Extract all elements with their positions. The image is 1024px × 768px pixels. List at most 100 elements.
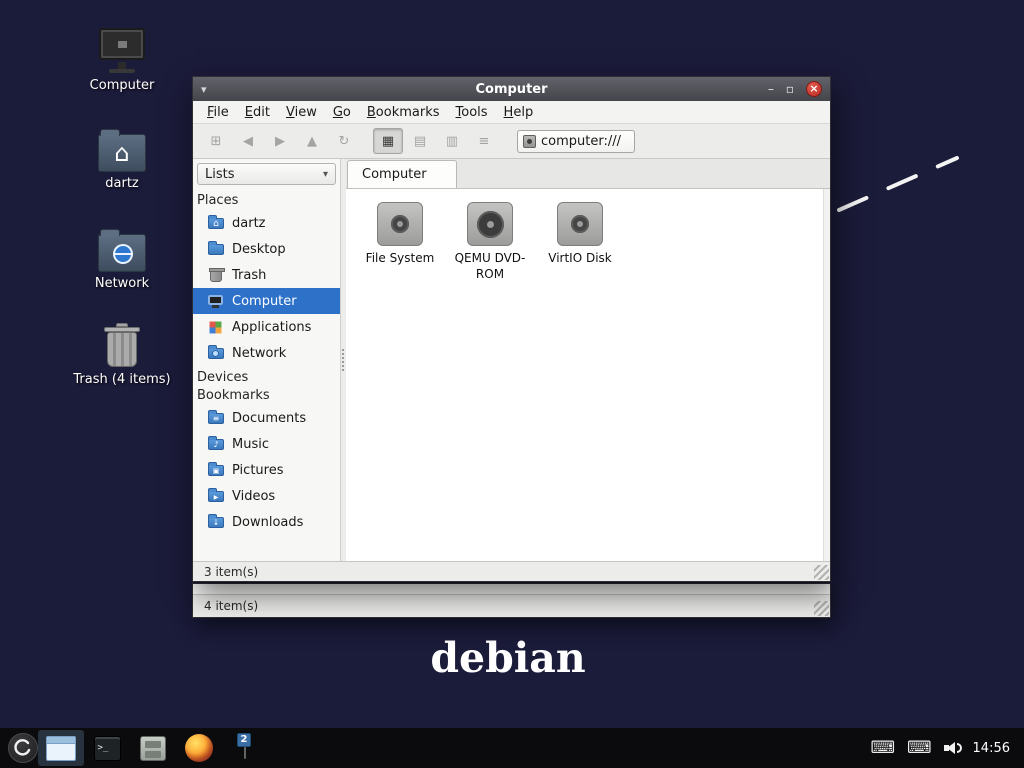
up-icon[interactable]: ▲ xyxy=(297,128,327,154)
bookmarks-header: Bookmarks xyxy=(197,388,270,403)
taskbar-terminal-launcher[interactable] xyxy=(84,730,130,766)
sidebar-item-label: Applications xyxy=(232,319,312,335)
menu-help[interactable]: Help xyxy=(496,103,542,122)
taskbar-firefox-launcher[interactable] xyxy=(176,730,222,766)
wallpaper-dashed-line xyxy=(837,156,959,212)
documents-folder-icon xyxy=(208,410,224,426)
menu-edit[interactable]: Edit xyxy=(237,103,278,122)
desktop: Computer ⌂ dartz Network Trash (4 items)… xyxy=(0,0,1024,768)
app-menu-swirl-icon xyxy=(14,739,31,756)
background-window[interactable]: 4 item(s) xyxy=(192,583,831,618)
location-drive-icon xyxy=(523,134,536,148)
taskbar: 2 ⌨ ⌨ 14:56 xyxy=(0,728,1024,768)
taskbar-window-computer[interactable] xyxy=(38,730,84,766)
menu-bookmarks[interactable]: Bookmarks xyxy=(359,103,448,122)
sidebar-item-desktop[interactable]: Desktop xyxy=(193,236,340,262)
sidebar-item-label: Videos xyxy=(232,488,276,504)
tab-computer[interactable]: Computer xyxy=(347,160,457,188)
sidebar-item-applications[interactable]: Applications xyxy=(193,314,340,340)
vertical-scrollbar[interactable] xyxy=(823,189,830,561)
file-icon-view[interactable]: File System QEMU DVD-ROM VirtIO Disk xyxy=(346,189,830,561)
path-text: computer:/// xyxy=(541,133,621,149)
toolbar: ⊞ ◀ ▶ ▲ ↻ ▦ ▤ ▥ ≡ computer:/// xyxy=(193,124,830,159)
reload-icon[interactable]: ↻ xyxy=(329,128,359,154)
sidebar-item-trash[interactable]: Trash xyxy=(193,262,340,288)
keyboard-tray-icon[interactable]: ⌨ xyxy=(870,739,895,757)
sidebar-item-label: dartz xyxy=(232,215,266,231)
network-icon xyxy=(208,345,224,361)
window-title: Computer xyxy=(475,81,548,97)
devices-header: Devices xyxy=(197,370,249,385)
path-bar[interactable]: computer:/// xyxy=(517,129,635,153)
desktop-icon-trash[interactable]: Trash (4 items) xyxy=(67,318,177,388)
file-item-qemu-dvd-rom[interactable]: QEMU DVD-ROM xyxy=(446,202,534,282)
compact-view-toggle[interactable]: ▥ xyxy=(437,128,467,154)
sidebar-item-music[interactable]: Music xyxy=(193,431,340,457)
firefox-icon xyxy=(185,734,213,762)
network-folder-icon xyxy=(98,229,146,272)
taskbar-file-manager-launcher[interactable] xyxy=(130,730,176,766)
taskbar-file-manager-group[interactable]: 2 xyxy=(222,730,268,766)
titlebar[interactable]: ▾ Computer – ▫ × xyxy=(193,77,830,101)
sidebar-item-videos[interactable]: Videos xyxy=(193,483,340,509)
desktop-icon-label: Trash (4 items) xyxy=(73,372,171,387)
file-manager-icon xyxy=(140,735,166,761)
menu-view[interactable]: View xyxy=(278,103,325,122)
desktop-icon-dartz[interactable]: ⌂ dartz xyxy=(67,122,177,192)
sidebar-item-label: Pictures xyxy=(232,462,284,478)
optical-drive-icon xyxy=(467,202,513,246)
sidebar-item-label: Documents xyxy=(232,410,307,426)
sidebar-item-downloads[interactable]: Downloads xyxy=(193,509,340,535)
detailed-view-toggle[interactable]: ≡ xyxy=(469,128,499,154)
system-tray: ⌨ ⌨ 14:56 xyxy=(870,739,1016,757)
forward-icon[interactable]: ▶ xyxy=(265,128,295,154)
chevron-down-icon: ▾ xyxy=(322,168,328,180)
new-tab-icon[interactable]: ⊞ xyxy=(201,128,231,154)
sidebar-item-pictures[interactable]: Pictures xyxy=(193,457,340,483)
side-pane-mode-select[interactable]: Lists ▾ xyxy=(197,163,336,185)
desktop-icon-network[interactable]: Network xyxy=(67,222,177,292)
applications-icon xyxy=(208,319,224,335)
sidebar-item-label: Music xyxy=(232,436,269,452)
sidebar-item-computer[interactable]: Computer xyxy=(193,288,340,314)
close-icon[interactable]: × xyxy=(806,81,822,97)
window-count-badge: 2 xyxy=(237,732,251,747)
thumbnail-view-toggle[interactable]: ▤ xyxy=(405,128,435,154)
file-item-label: VirtIO Disk xyxy=(548,251,612,265)
menu-go[interactable]: Go xyxy=(325,103,359,122)
file-item-label: QEMU DVD-ROM xyxy=(454,251,526,281)
folder-view: Computer File System QEMU DVD-ROM VirtIO… xyxy=(346,159,830,561)
sidebar-item-documents[interactable]: Documents xyxy=(193,405,340,431)
clock[interactable]: 14:56 xyxy=(973,741,1010,756)
minimize-icon[interactable]: – xyxy=(768,83,774,95)
sidebar-item-dartz[interactable]: dartz xyxy=(193,210,340,236)
background-window-statusbar: 4 item(s) xyxy=(193,594,830,617)
keyboard-layout-tray-icon[interactable]: ⌨ xyxy=(907,739,932,757)
menu-file[interactable]: File xyxy=(199,103,237,122)
side-pane-mode-value: Lists xyxy=(205,166,235,182)
active-window-icon xyxy=(46,735,76,761)
menu-tools[interactable]: Tools xyxy=(448,103,496,122)
computer-icon xyxy=(97,26,147,74)
desktop-icon-computer[interactable]: Computer xyxy=(67,24,177,94)
resize-grip[interactable] xyxy=(814,565,829,580)
sidebar-item-label: Trash xyxy=(232,267,267,283)
menubar: File Edit View Go Bookmarks Tools Help xyxy=(193,101,830,124)
maximize-icon[interactable]: ▫ xyxy=(786,83,794,95)
icon-view-toggle[interactable]: ▦ xyxy=(373,128,403,154)
sidebar-item-label: Computer xyxy=(232,293,297,309)
back-icon[interactable]: ◀ xyxy=(233,128,263,154)
file-item-virtio-disk[interactable]: VirtIO Disk xyxy=(536,202,624,267)
trash-icon xyxy=(208,267,225,283)
desktop-folder-icon xyxy=(208,241,224,257)
desktop-icon-label: Network xyxy=(94,276,150,291)
window-menu-icon[interactable]: ▾ xyxy=(201,83,207,96)
volume-icon[interactable] xyxy=(943,740,962,756)
file-item-file-system[interactable]: File System xyxy=(356,202,444,267)
application-menu-button[interactable] xyxy=(8,733,38,763)
sidebar-item-network[interactable]: Network xyxy=(193,340,340,366)
resize-grip[interactable] xyxy=(814,601,829,616)
file-item-label: File System xyxy=(365,251,435,265)
item-count: 3 item(s) xyxy=(204,564,259,579)
hard-drive-icon xyxy=(377,202,423,246)
